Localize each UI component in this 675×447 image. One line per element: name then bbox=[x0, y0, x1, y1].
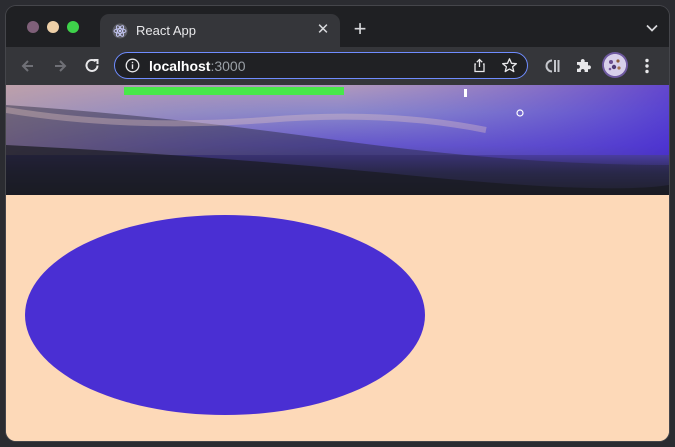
tab-title: React App bbox=[136, 23, 196, 38]
page-viewport bbox=[6, 85, 669, 441]
kebab-menu-icon[interactable] bbox=[637, 56, 657, 76]
back-arrow-icon[interactable] bbox=[18, 56, 38, 76]
chevron-down-icon[interactable] bbox=[645, 21, 659, 35]
browser-window: React App ✕ + localhost:3000 bbox=[6, 6, 669, 441]
reload-icon[interactable] bbox=[82, 56, 102, 76]
star-icon[interactable] bbox=[501, 57, 518, 74]
profile-avatar[interactable] bbox=[604, 54, 626, 76]
maximize-window-button[interactable] bbox=[67, 21, 79, 33]
react-logo-icon bbox=[112, 23, 128, 39]
forward-arrow-icon[interactable] bbox=[50, 56, 70, 76]
plus-icon[interactable]: + bbox=[349, 18, 371, 41]
close-tab-icon[interactable]: ✕ bbox=[314, 21, 332, 39]
green-progress-bar bbox=[124, 87, 344, 95]
tab-react-app[interactable]: React App ✕ bbox=[100, 14, 340, 48]
url-port: :3000 bbox=[210, 58, 246, 74]
close-window-button[interactable] bbox=[27, 21, 39, 33]
extension-c-icon[interactable] bbox=[542, 56, 562, 76]
ellipse-canvas bbox=[25, 215, 425, 415]
purple-ellipse[interactable] bbox=[25, 215, 425, 415]
sky-banner bbox=[6, 85, 669, 195]
minimize-window-button[interactable] bbox=[47, 21, 59, 33]
profile-picture-icon bbox=[604, 54, 626, 76]
canvas-area bbox=[6, 195, 669, 441]
share-icon[interactable] bbox=[472, 58, 487, 73]
tab-strip: React App ✕ + bbox=[6, 6, 669, 48]
puzzle-icon[interactable] bbox=[573, 56, 593, 76]
info-icon[interactable] bbox=[125, 58, 140, 73]
url-text[interactable]: localhost:3000 bbox=[149, 58, 246, 74]
url-host: localhost bbox=[149, 58, 211, 74]
browser-toolbar: localhost:3000 bbox=[6, 47, 669, 85]
address-bar[interactable]: localhost:3000 bbox=[114, 52, 528, 79]
white-marker bbox=[464, 89, 467, 97]
